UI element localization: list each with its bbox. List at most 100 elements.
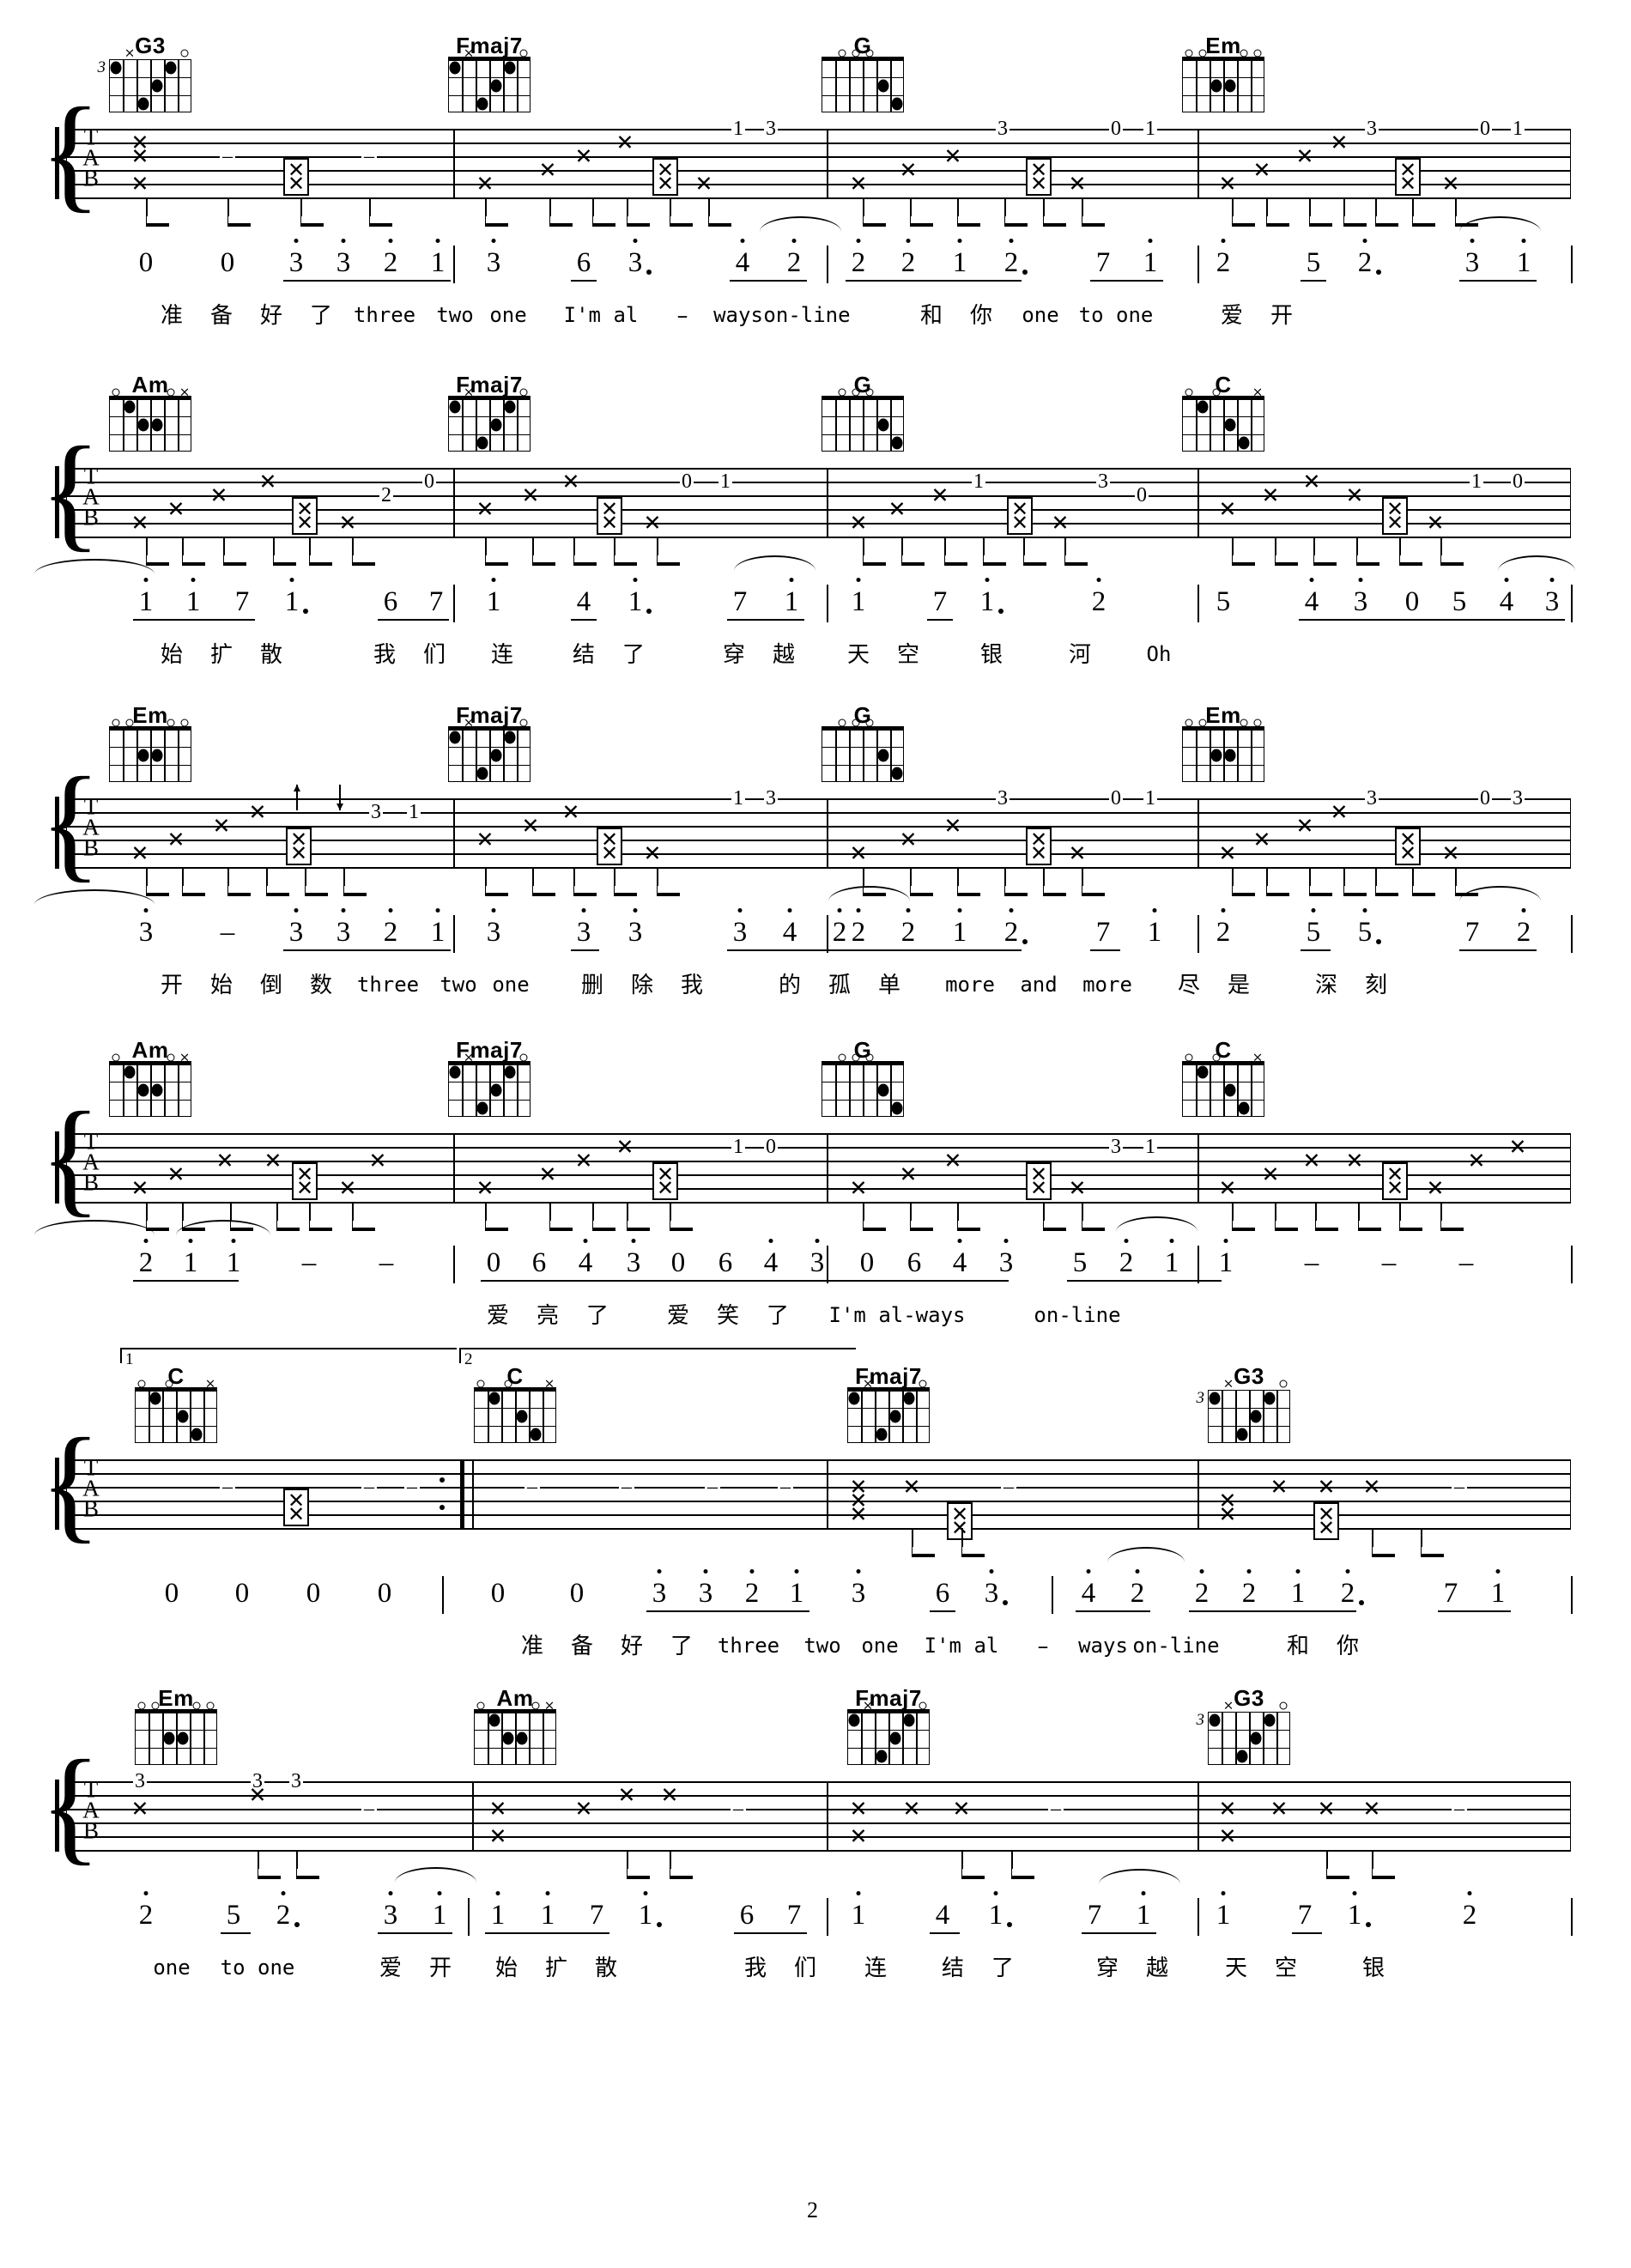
tab-mute-x: ✕ — [615, 1134, 634, 1160]
fret-dot — [137, 1083, 149, 1097]
octave-dot-high — [1311, 908, 1316, 913]
lyric-syllable: 了 — [585, 1303, 609, 1329]
fret-dot — [488, 1713, 500, 1727]
tab-fret-number: 1 — [718, 470, 732, 493]
lyric-syllable: 我 — [680, 973, 704, 998]
octave-dot-high — [281, 1891, 286, 1895]
fret-grid-lines — [474, 1712, 556, 1765]
octave-dot-high — [749, 1569, 755, 1574]
octave-dot-high — [581, 908, 586, 913]
tab-mute-x: ✕ — [368, 1148, 387, 1173]
measure-barline — [1197, 1781, 1199, 1850]
jianpu-note: 2 — [851, 917, 866, 948]
fret-dot — [476, 1101, 488, 1114]
jianpu-note: 4 — [576, 586, 591, 617]
jianpu-barline — [1571, 1246, 1573, 1283]
jianpu-note: 0 — [486, 1247, 501, 1278]
muted-string-marker: × — [543, 1697, 555, 1713]
lyric-syllable: 开 — [160, 973, 184, 998]
fret-dot — [1238, 1101, 1250, 1114]
fret-dot — [1209, 1713, 1221, 1727]
beam-hook — [1421, 1542, 1444, 1557]
octave-dot-high — [491, 908, 496, 913]
lyric-syllable: 银 — [979, 642, 1003, 668]
octave-dot-high — [143, 578, 149, 582]
lyric-syllable: on-line — [763, 303, 851, 327]
tab-mute-x: ✕ — [952, 1796, 971, 1822]
beam-hook — [708, 211, 731, 227]
octave-dot-high — [1086, 1569, 1091, 1574]
fret-dot — [516, 1731, 528, 1745]
fret-dot — [1209, 1392, 1221, 1405]
tab-mute-x: ✕ — [248, 799, 267, 825]
system-brace: { — [39, 1412, 101, 1555]
jianpu-note: 1 — [851, 1900, 866, 1931]
jianpu-note: 2 — [1003, 917, 1019, 948]
beam-hook — [670, 211, 693, 227]
beam-hook — [296, 1864, 319, 1879]
tab-fret-number: 0 — [422, 470, 436, 493]
jianpu-note: 3 — [1464, 247, 1480, 278]
tab-fret-number: 1 — [731, 787, 745, 810]
tab-fret-number: 3 — [1365, 787, 1379, 810]
lyric-syllable: to one — [220, 1956, 295, 1980]
nut — [1182, 57, 1264, 61]
lyric-syllable: 倒 — [259, 973, 283, 998]
underbeam — [1303, 619, 1415, 622]
chord-name: G — [853, 702, 872, 728]
jianpu-note: 1 — [1216, 1900, 1231, 1931]
fret-dot — [151, 749, 163, 762]
lyric-syllable: 刻 — [1364, 973, 1388, 998]
chord-diagram-Em: Em — [1176, 704, 1270, 782]
lyric-syllable: 穿 — [1095, 1956, 1119, 1981]
fret-dot — [877, 79, 889, 93]
tab-mute-x: ✕ — [167, 1161, 185, 1187]
underbeam — [296, 949, 442, 952]
open-string-marker — [1185, 1053, 1193, 1062]
jianpu-note: 2 — [276, 1900, 291, 1931]
tab-mute-x: ✕ — [1051, 510, 1070, 536]
open-string-marker — [1253, 49, 1262, 58]
fret-dot — [889, 1731, 901, 1745]
measure-barline — [827, 468, 828, 537]
lyric-syllable: 准 — [520, 1634, 544, 1659]
octave-dot-high — [906, 908, 911, 913]
jianpu-dash: – — [1458, 1247, 1474, 1278]
beam-hook — [961, 1542, 985, 1557]
muted-string-marker: × — [1252, 384, 1264, 400]
fret-dot — [110, 61, 122, 75]
beam-hook — [1043, 881, 1066, 896]
octave-dot-high — [1345, 1569, 1350, 1574]
tab-mute-x: ✕ — [130, 1796, 149, 1822]
jianpu-note: 4 — [1081, 1578, 1096, 1609]
lyric-syllable: I'm al — [563, 303, 639, 327]
jianpu-note: 4 — [578, 1247, 593, 1278]
beam-hook — [343, 881, 367, 896]
jianpu-barline — [442, 1576, 444, 1614]
open-string-marker — [112, 388, 120, 397]
nut — [822, 1061, 904, 1065]
jianpu-barline — [827, 246, 828, 283]
octave-dot-high — [1221, 239, 1226, 243]
open-string-marker — [125, 719, 134, 727]
tab-rest-dash: – — [1001, 1477, 1016, 1497]
tab-mute-x: ✕ — [1345, 482, 1364, 508]
jianpu-note: 3 — [138, 917, 154, 948]
octave-dot-high — [1521, 908, 1526, 913]
fret-dot — [490, 418, 502, 432]
tab-mute-x: ✕ — [1441, 840, 1460, 866]
lyric-syllable: 好 — [259, 303, 283, 329]
fret-grid — [822, 388, 904, 452]
lyric-syllable: 是 — [1227, 973, 1251, 998]
jianpu-note: 5 — [1452, 586, 1467, 617]
octave-dot-high — [631, 1239, 636, 1243]
tab-mute-x: ✕ — [1218, 1796, 1237, 1822]
muted-string-marker: × — [862, 1375, 874, 1392]
fret-dot — [891, 436, 903, 449]
fret-grid: × — [448, 46, 531, 112]
fret-dot — [877, 418, 889, 432]
jianpu-note: 1 — [1136, 1900, 1151, 1931]
open-string-marker — [476, 1701, 485, 1710]
jianpu-note: 5 — [1357, 917, 1373, 948]
beam-hook — [352, 1216, 375, 1231]
